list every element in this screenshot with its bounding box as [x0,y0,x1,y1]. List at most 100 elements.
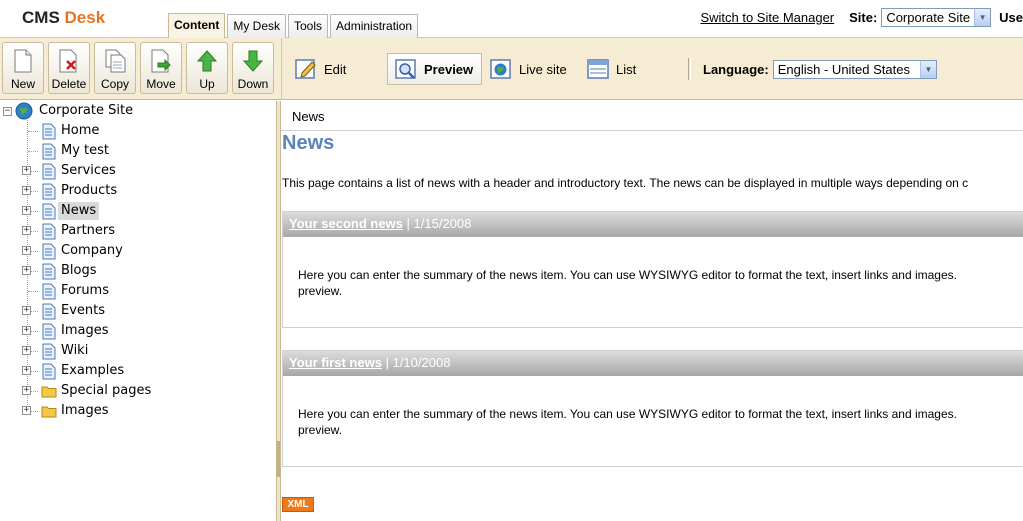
expand-icon[interactable]: + [22,306,31,315]
news-item: Your first news | 1/10/2008 Here you can… [282,350,1023,467]
list-mode-button[interactable]: List [580,53,644,85]
language-select-value: English - United States [777,62,910,77]
tree-item-label[interactable]: Products [58,182,120,200]
tree-item[interactable]: Services [40,161,119,181]
new-label: New [10,77,35,91]
chevron-down-icon[interactable]: ▼ [974,9,991,26]
logo-cms: CMS [22,8,60,27]
expand-icon[interactable]: + [22,206,31,215]
tree-connector [28,291,38,292]
tree-item[interactable]: Home [40,121,102,141]
tree-item-label[interactable]: Examples [58,362,127,380]
news-item: Your second news | 1/15/2008 Here you ca… [282,211,1023,328]
tree-item-label[interactable]: Special pages [58,382,154,400]
news-item-header: Your second news | 1/15/2008 [283,212,1023,237]
tree-item-label[interactable]: News [58,202,100,220]
news-title-link[interactable]: Your second news [289,216,403,231]
xml-feed-badge[interactable]: XML [282,497,314,512]
page-icon [40,363,58,380]
breadcrumb: News [281,101,1023,131]
main-tabs: Content My Desk Tools Administration [168,13,420,38]
tree-item[interactable]: Special pages [40,381,154,401]
tab-tools[interactable]: Tools [288,14,329,38]
user-label: Use [999,10,1023,25]
view-mode-bar: Edit Preview Live site List Language: En… [281,38,1023,100]
tree-item[interactable]: Blogs [40,261,100,281]
tab-content[interactable]: Content [168,13,226,38]
tree-item-label[interactable]: Partners [58,222,118,240]
tree-item-label[interactable]: Company [58,242,126,260]
tree-item-label[interactable]: Services [58,162,119,180]
edit-icon [295,59,316,79]
language-select[interactable]: English - United States ▼ [772,60,937,79]
tree-root[interactable]: − Corporate Site [3,101,136,121]
tree-item[interactable]: Products [40,181,120,201]
content-preview: News News This page contains a list of n… [281,101,1023,521]
expand-icon[interactable]: + [22,266,31,275]
site-select[interactable]: Corporate Site ▼ [881,8,992,27]
app-logo: CMS Desk [22,8,105,28]
delete-label: Delete [51,77,87,91]
splitter-handle[interactable] [277,441,280,477]
header-right: Switch to Site Manager Site: Corporate S… [700,8,1023,27]
list-icon [587,59,609,79]
tree-item[interactable]: Company [40,241,126,261]
up-label: Up [199,77,215,91]
expand-icon[interactable]: + [22,386,31,395]
tree-item-label[interactable]: Wiki [58,342,91,360]
copy-label: Copy [100,77,129,91]
chevron-down-icon[interactable]: ▼ [919,61,936,78]
expand-icon[interactable]: + [22,226,31,235]
tree-item[interactable]: Images [40,401,112,421]
tree-item-label[interactable]: Images [58,402,112,420]
page-icon [40,123,58,140]
expand-icon[interactable]: + [22,366,31,375]
down-button[interactable]: Down [232,42,274,94]
expand-icon[interactable]: + [22,346,31,355]
arrow-up-icon [196,50,218,72]
tree-item-label[interactable]: My test [58,142,112,160]
tree-item[interactable]: News [40,201,100,221]
tree-item[interactable]: My test [40,141,112,161]
delete-button[interactable]: Delete [48,42,90,94]
tree-item-label[interactable]: Home [58,122,102,140]
tree-root-label[interactable]: Corporate Site [36,102,136,120]
tree-item-label[interactable]: Events [58,302,108,320]
move-button[interactable]: Move [140,42,182,94]
collapse-icon[interactable]: − [3,106,12,116]
expand-icon[interactable]: + [22,186,31,195]
tree-item[interactable]: Events [40,301,108,321]
preview-icon [395,59,416,79]
news-item-body: Here you can enter the summary of the ne… [283,376,1023,466]
tab-my-desk[interactable]: My Desk [227,14,286,38]
up-button[interactable]: Up [186,42,228,94]
tree-item[interactable]: Examples [40,361,127,381]
breadcrumb-item[interactable]: News [292,109,325,124]
switch-to-site-manager-link[interactable]: Switch to Site Manager [700,10,834,25]
tree-item[interactable]: Forums [40,281,112,301]
copy-button[interactable]: Copy [94,42,136,94]
down-label: Down [237,77,269,91]
toolbar-separator [688,58,691,80]
tree-item[interactable]: Wiki [40,341,91,361]
delete-page-icon [59,49,77,73]
expand-icon[interactable]: + [22,166,31,175]
edit-mode-button[interactable]: Edit [288,53,354,85]
news-date: 1/15/2008 [413,216,472,231]
logo-desk: Desk [64,8,106,27]
news-summary-continued: preview. [298,423,343,437]
tree-item[interactable]: Partners [40,221,118,241]
expand-icon[interactable]: + [22,246,31,255]
expand-icon[interactable]: + [22,406,31,415]
tab-administration[interactable]: Administration [330,14,419,38]
preview-mode-button[interactable]: Preview [387,53,483,85]
news-title-link[interactable]: Your first news [289,355,382,370]
new-button[interactable]: New [2,42,44,94]
tree-item-label[interactable]: Forums [58,282,112,300]
live-site-mode-button[interactable]: Live site [483,53,575,85]
tree-item-label[interactable]: Blogs [58,262,100,280]
news-summary: Here you can enter the summary of the ne… [298,407,957,421]
tree-item-label[interactable]: Images [58,322,112,340]
tree-item[interactable]: Images [40,321,112,341]
expand-icon[interactable]: + [22,326,31,335]
